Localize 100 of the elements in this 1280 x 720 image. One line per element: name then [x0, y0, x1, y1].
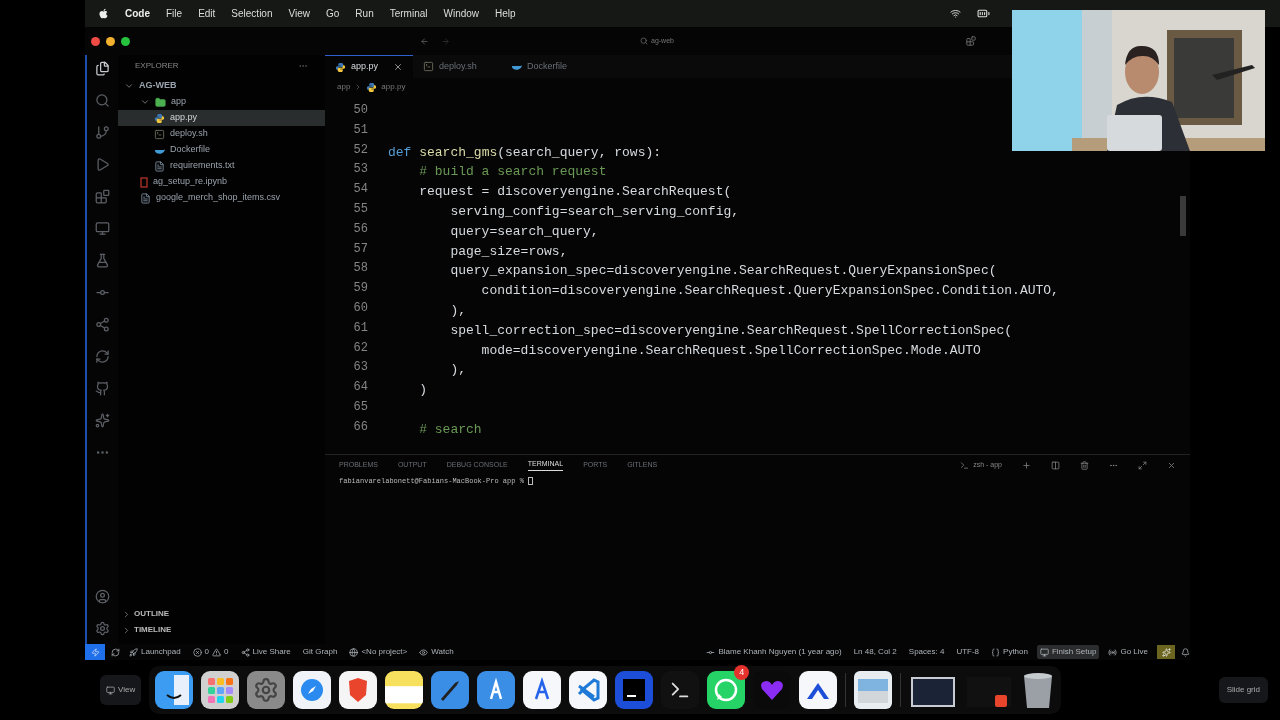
source-control-icon[interactable] [95, 125, 110, 140]
line-number: 65 [353, 398, 368, 416]
close-icon[interactable] [393, 62, 403, 72]
close-window-button[interactable] [91, 36, 100, 46]
file-row[interactable]: deploy.sh [118, 126, 325, 142]
editor-tab[interactable]: Dockerfile [501, 55, 589, 78]
trash-icon[interactable] [1080, 460, 1089, 470]
add-icon[interactable] [1022, 460, 1031, 470]
file-name: app.py [170, 111, 198, 125]
line-number: 59 [353, 280, 368, 298]
terminal-icon[interactable] [661, 671, 700, 709]
menu-item[interactable]: Terminal [389, 6, 428, 21]
editor-tab[interactable]: deploy.sh [413, 55, 501, 78]
bell-icon[interactable] [1181, 647, 1190, 657]
menu-item[interactable]: Go [326, 6, 340, 21]
menu-item[interactable]: Help [495, 6, 516, 21]
section-header[interactable]: TIMELINE [118, 622, 325, 638]
menu-item[interactable]: Edit [198, 6, 216, 21]
folder-row[interactable]: app [118, 94, 325, 110]
menu-app-name[interactable]: Code [125, 6, 150, 21]
breadcrumb[interactable]: app [337, 81, 351, 93]
watch-button[interactable]: Watch [416, 645, 457, 659]
file-row[interactable]: requirements.txt [118, 158, 325, 174]
settings-icon[interactable] [95, 621, 110, 636]
close-icon[interactable] [1167, 460, 1176, 470]
extensions-icon[interactable] [95, 189, 110, 204]
live-share-button[interactable]: Live Share [237, 645, 294, 659]
grid-icon[interactable] [201, 671, 240, 709]
line-number: 50 [353, 102, 368, 119]
file-row[interactable]: app.py [118, 110, 325, 126]
lion-icon[interactable] [339, 671, 378, 709]
breadcrumb[interactable]: app.py [381, 81, 406, 93]
go-live-button[interactable]: Go Live [1105, 645, 1151, 659]
sparkle-icon[interactable] [95, 413, 110, 428]
problems-button[interactable]: 0 0 [189, 645, 232, 659]
ribbon-icon[interactable] [569, 671, 608, 709]
folder-icon [155, 96, 166, 108]
photo-thumbnail[interactable] [854, 671, 893, 709]
section-header[interactable]: OUTLINE [118, 606, 325, 622]
cat-icon[interactable] [95, 381, 110, 396]
launchpad-button[interactable]: Launchpad [126, 645, 184, 659]
project-button[interactable]: <No project> [346, 645, 411, 659]
remote-button[interactable] [85, 644, 105, 660]
ide-icon[interactable] [615, 671, 654, 709]
maximize-icon[interactable] [1138, 460, 1147, 470]
flask-icon[interactable] [95, 253, 110, 268]
language-button[interactable]: Python [988, 645, 1031, 659]
terminal-cursor [527, 477, 533, 486]
smiley-face-icon[interactable] [155, 671, 194, 709]
sparkle-icon [1161, 647, 1171, 657]
file-row[interactable]: google_merch_shop_items.csv [118, 190, 325, 206]
file-row[interactable]: Dockerfile [118, 142, 325, 158]
notepad-icon[interactable] [385, 671, 424, 709]
monitor-icon [106, 685, 115, 695]
files-icon[interactable] [95, 61, 110, 76]
spark-button[interactable] [1157, 645, 1175, 659]
gear-icon[interactable] [247, 671, 286, 709]
menu-item[interactable]: View [288, 6, 310, 21]
status-item[interactable]: Ln 48, Col 2 [850, 645, 900, 659]
view-button[interactable]: View [100, 675, 142, 705]
share-icon[interactable] [95, 317, 110, 332]
file-name: requirements.txt [170, 159, 235, 173]
menu-item[interactable]: Window [443, 6, 480, 21]
sync-icon[interactable] [111, 647, 120, 657]
arch-icon[interactable] [799, 671, 838, 709]
back-icon[interactable] [420, 36, 429, 46]
status-item[interactable]: Spaces: 4 [905, 645, 948, 659]
braces-icon [991, 647, 1001, 657]
status-item[interactable]: Git Graph [299, 645, 341, 659]
menu-item[interactable]: Selection [231, 6, 273, 21]
editor-tab[interactable]: app.py [325, 55, 413, 78]
status-item[interactable]: UTF-8 [953, 645, 983, 659]
file-row[interactable]: ag_setup_re.ipynb [118, 174, 325, 190]
finish-setup-button[interactable]: Finish Setup [1036, 645, 1100, 659]
run-icon[interactable] [95, 157, 110, 172]
search-icon[interactable] [95, 93, 110, 108]
notebook-icon [140, 176, 148, 188]
layout-icon[interactable] [966, 36, 976, 46]
folder-row[interactable]: AG-WEB [118, 78, 325, 94]
slide-grid-button[interactable]: Slide grid [1218, 677, 1268, 703]
code-line: ), [449, 302, 466, 318]
monitor-icon[interactable] [95, 221, 110, 236]
line-number: 52 [353, 141, 368, 159]
terminal-icon [154, 128, 165, 140]
chat-bubble-icon[interactable] [707, 671, 746, 709]
account-icon[interactable] [95, 589, 110, 604]
blame-button[interactable]: Blame Khanh Nguyen (1 year ago) [703, 645, 845, 659]
warning-icon [212, 647, 222, 657]
compass-icon[interactable] [293, 671, 332, 709]
explorer-title: EXPLORER [135, 60, 179, 72]
monitor-icon [1039, 647, 1049, 657]
minimize-window-button[interactable] [106, 36, 115, 46]
error-icon [192, 647, 202, 657]
split-icon[interactable] [1051, 460, 1060, 470]
code-line: # search [418, 421, 482, 437]
rocket-icon [129, 647, 138, 657]
refresh-icon[interactable] [95, 349, 110, 364]
menu-item[interactable]: Run [355, 6, 374, 21]
menu-item[interactable]: File [166, 6, 183, 21]
maximize-window-button[interactable] [121, 36, 130, 46]
